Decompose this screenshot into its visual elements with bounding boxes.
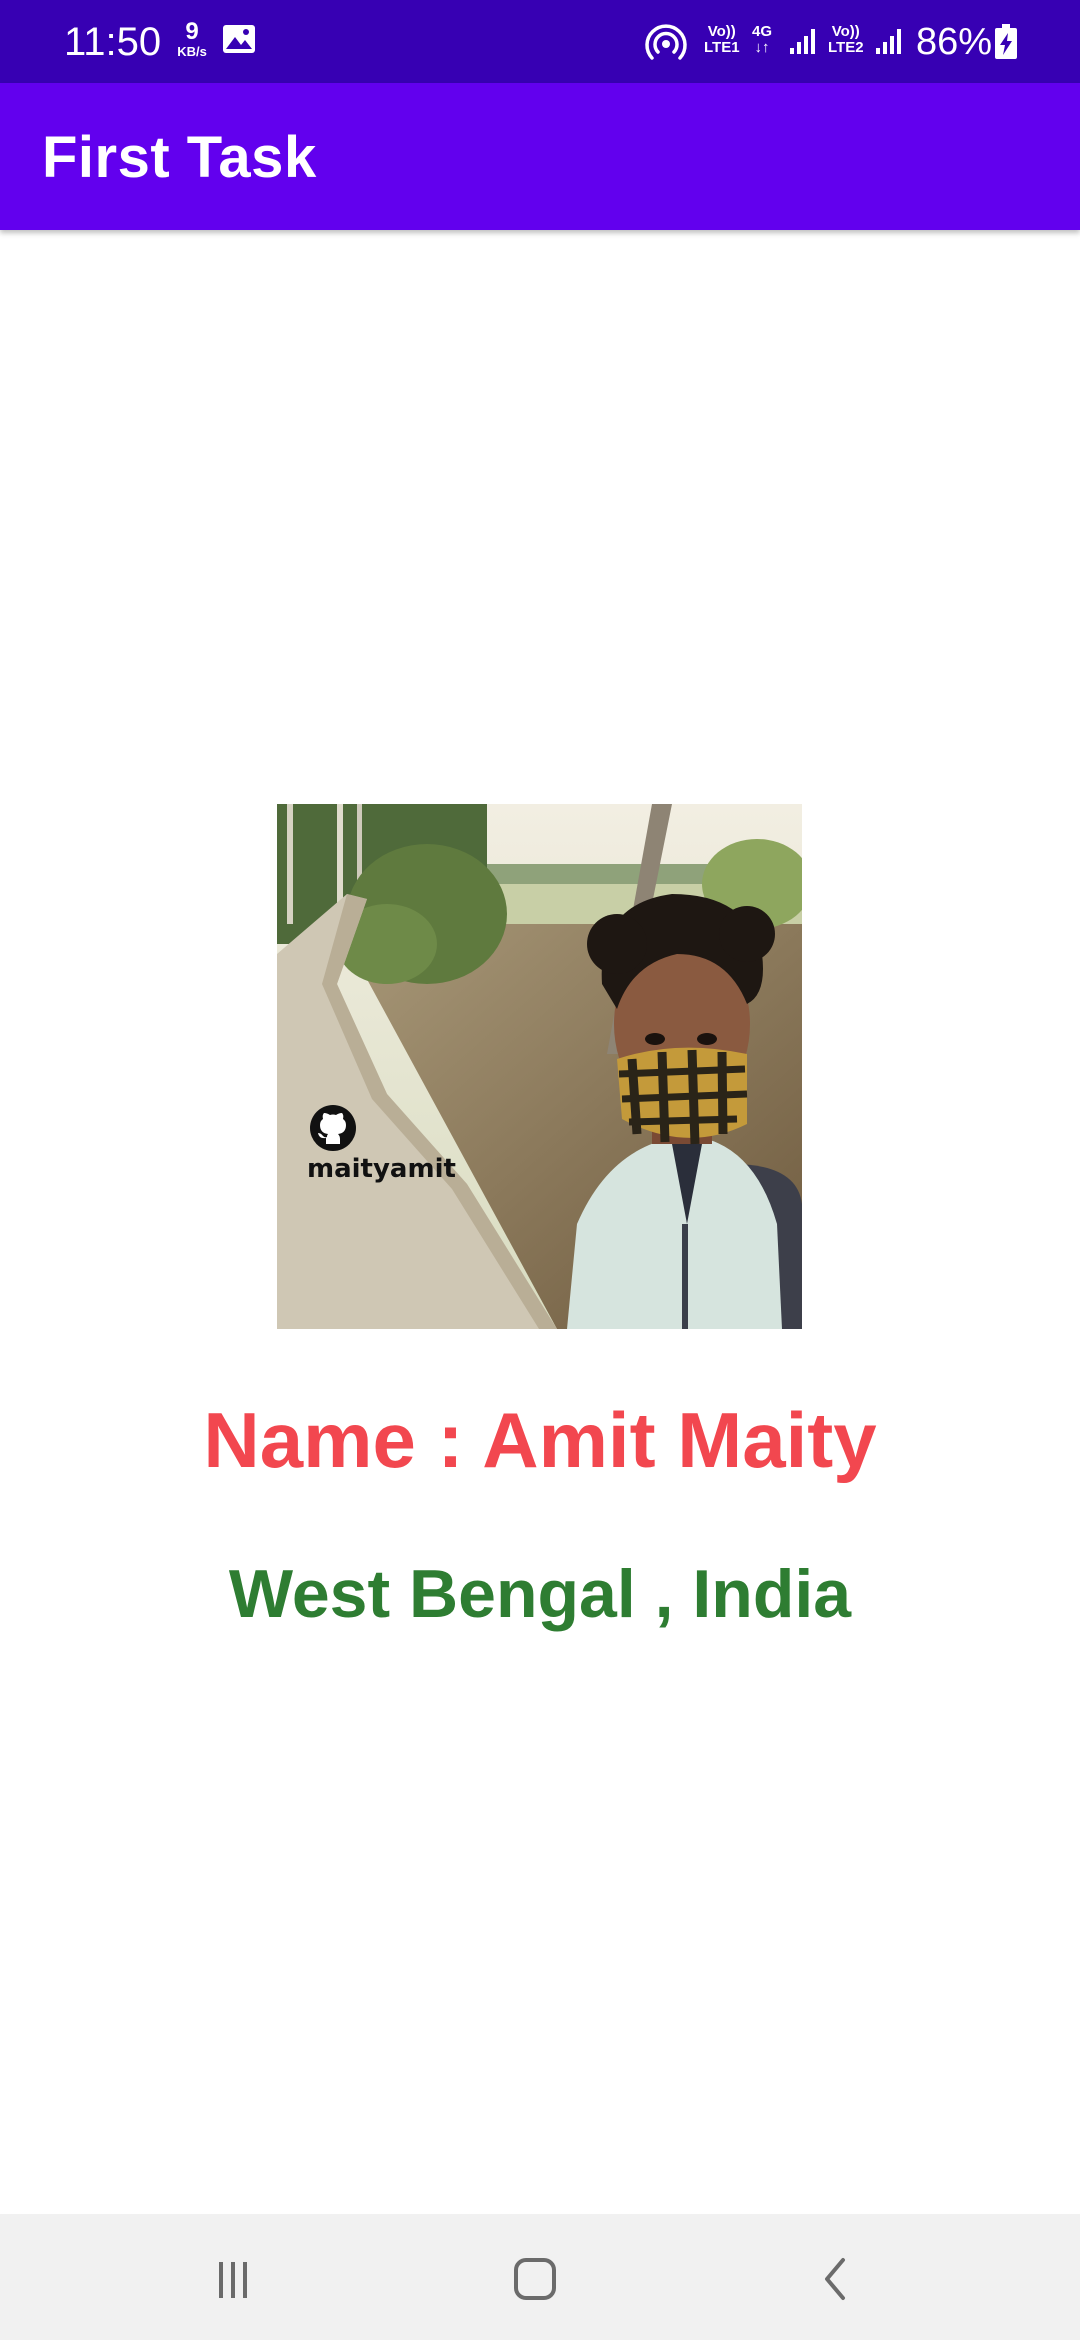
- network-speed: 9 KB/s: [172, 18, 212, 59]
- status-bar: 11:50 9 KB/s Vo)) LTE1 4G ↓↑ Vo)) LTE2 8…: [0, 0, 1080, 83]
- recent-apps-icon: [219, 2262, 247, 2298]
- network-speed-unit: KB/s: [177, 44, 207, 59]
- location-text: West Bengal , India: [228, 1556, 852, 1632]
- sim2-label: Vo)) LTE2: [828, 24, 864, 56]
- battery-icon: [995, 24, 1017, 59]
- sim1-lte: LTE1: [704, 39, 740, 56]
- watermark-text: maityamit: [307, 1154, 456, 1184]
- status-time: 11:50: [64, 20, 162, 64]
- profile-photo: maityamit: [277, 804, 802, 1329]
- github-icon: [310, 1105, 356, 1151]
- signal-icon: [876, 29, 901, 54]
- sim1-label: Vo)) LTE1: [704, 24, 740, 56]
- sim2-lte: LTE2: [828, 39, 864, 56]
- signal-icon: [790, 29, 815, 54]
- data-arrows: ↓↑: [754, 39, 770, 56]
- app-bar: First Task: [0, 83, 1080, 230]
- sim2-volte: Vo)): [831, 23, 860, 40]
- data-type: 4G: [752, 23, 773, 40]
- back-button[interactable]: [787, 2242, 887, 2312]
- watermark: maityamit: [307, 1104, 457, 1184]
- gallery-icon: [223, 25, 255, 53]
- hotspot-icon: [645, 24, 687, 60]
- recent-apps-button[interactable]: [183, 2242, 283, 2312]
- battery-percent: 86%: [916, 21, 993, 63]
- home-button[interactable]: [485, 2242, 585, 2312]
- navigation-bar: [0, 2214, 1080, 2340]
- sim1-volte: Vo)): [707, 23, 736, 40]
- network-speed-value: 9: [185, 18, 199, 45]
- home-icon: [514, 2258, 556, 2300]
- app-title: First Task: [42, 125, 317, 190]
- profile-photo-image: [277, 804, 802, 1329]
- back-icon: [825, 2258, 845, 2300]
- name-text: Name : Amit Maity: [203, 1396, 877, 1484]
- data-indicator: 4G ↓↑: [752, 24, 772, 56]
